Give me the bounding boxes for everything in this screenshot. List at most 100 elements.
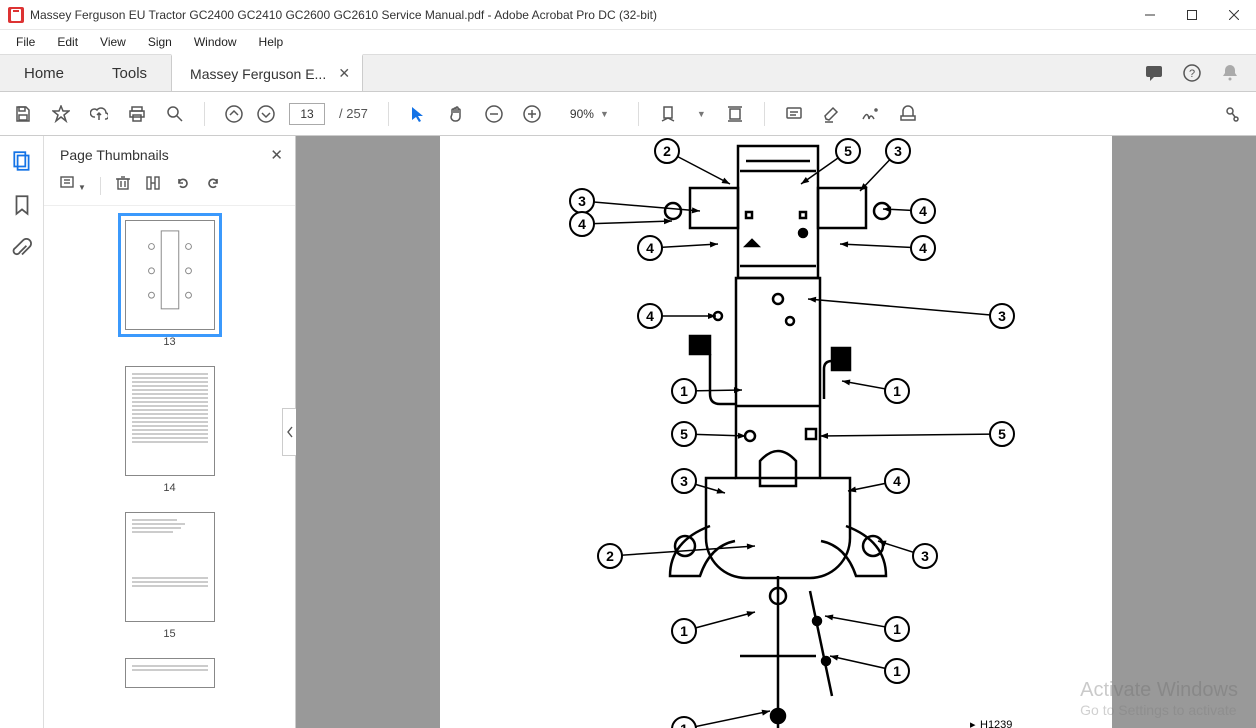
separator (764, 102, 765, 126)
zoom-in-icon[interactable] (523, 105, 541, 123)
zoom-select[interactable]: 90% ▼ (561, 104, 618, 124)
menu-bar: File Edit View Sign Window Help (0, 30, 1256, 54)
document-tab-label: Massey Ferguson E... (190, 66, 326, 82)
zoom-value: 90% (570, 107, 594, 121)
bookmark-rail-icon[interactable] (11, 194, 33, 216)
thumbnails-title: Page Thumbnails (60, 147, 270, 163)
left-rail (0, 136, 44, 728)
svg-text:1: 1 (893, 383, 901, 399)
maximize-button[interactable] (1178, 4, 1206, 26)
diagram-ref-label: ▸ (970, 719, 976, 728)
svg-text:4: 4 (893, 473, 901, 489)
rotate-left-icon[interactable] (175, 175, 191, 196)
separator (388, 102, 389, 126)
svg-text:4: 4 (646, 240, 654, 256)
page-down-icon[interactable] (257, 105, 275, 123)
options-icon[interactable]: ▼ (60, 176, 86, 195)
close-tab-icon[interactable]: ✕ (336, 66, 352, 82)
close-thumbnails-icon[interactable]: ✕ (270, 146, 283, 164)
svg-text:3: 3 (680, 473, 688, 489)
thumbnails-panel: Page Thumbnails ✕ ▼ 13 (44, 136, 296, 728)
svg-text:2: 2 (663, 143, 671, 159)
menu-edit[interactable]: Edit (47, 33, 88, 51)
thumbnails-toolbar: ▼ (44, 166, 295, 206)
save-icon[interactable] (14, 105, 32, 123)
rotate-right-icon[interactable] (205, 175, 221, 196)
svg-text:1: 1 (680, 383, 688, 399)
nav-tools[interactable]: Tools (88, 55, 171, 91)
svg-text:4: 4 (919, 203, 927, 219)
separator (204, 102, 205, 126)
hand-icon[interactable] (447, 105, 465, 123)
thumbnail-item[interactable]: 13 (110, 220, 230, 348)
svg-text:1: 1 (893, 621, 901, 637)
thumbnail-item[interactable]: 15 (110, 512, 230, 640)
svg-text:5: 5 (844, 143, 852, 159)
menu-view[interactable]: View (90, 33, 136, 51)
thumbnails-rail-icon[interactable] (11, 150, 33, 172)
separator (638, 102, 639, 126)
caret-down-icon[interactable]: ▼ (697, 109, 706, 119)
svg-text:?: ? (1189, 68, 1195, 80)
star-icon[interactable] (52, 105, 70, 123)
svg-text:5: 5 (680, 426, 688, 442)
page-number-input[interactable] (289, 103, 325, 125)
menu-sign[interactable]: Sign (138, 33, 182, 51)
thumbnail-page[interactable] (125, 512, 215, 622)
svg-text:4: 4 (919, 240, 927, 256)
window-titlebar: Massey Ferguson EU Tractor GC2400 GC2410… (0, 0, 1256, 30)
pdf-page: ▸ H1239 2533444443115534231111 (440, 136, 1112, 728)
thumbnail-page[interactable] (125, 658, 215, 688)
expand-panel-icon[interactable] (1224, 105, 1242, 123)
stamp-icon[interactable] (899, 105, 917, 123)
menu-help[interactable]: Help (249, 33, 294, 51)
main-area: Page Thumbnails ✕ ▼ 13 (0, 136, 1256, 728)
page-total-label: / 257 (339, 106, 368, 121)
bell-icon[interactable] (1220, 63, 1240, 83)
page-up-icon[interactable] (225, 105, 243, 123)
svg-text:4: 4 (646, 308, 654, 324)
menu-file[interactable]: File (6, 33, 45, 51)
fit-width-icon[interactable] (659, 105, 677, 123)
window-title: Massey Ferguson EU Tractor GC2400 GC2410… (30, 8, 1136, 22)
document-view[interactable]: ▸ H1239 2533444443115534231111 (296, 136, 1256, 728)
svg-text:3: 3 (998, 308, 1006, 324)
thumbnail-label: 13 (110, 336, 230, 348)
nav-bar: Home Tools Massey Ferguson E... ✕ ? (0, 54, 1256, 92)
thumbnail-item[interactable] (110, 658, 230, 688)
technical-diagram: ▸ H1239 2533444443115534231111 (440, 136, 1112, 728)
close-button[interactable] (1220, 4, 1248, 26)
print-icon[interactable] (128, 105, 146, 123)
thumbnails-scroll[interactable]: 13 14 15 (44, 206, 295, 728)
nav-home[interactable]: Home (0, 55, 88, 91)
svg-text:1: 1 (680, 623, 688, 639)
highlight-icon[interactable] (823, 105, 841, 123)
thumbnail-item[interactable]: 14 (110, 366, 230, 494)
thumbnail-page[interactable] (125, 366, 215, 476)
svg-text:1: 1 (680, 721, 688, 728)
scroll-mode-icon[interactable] (726, 105, 744, 123)
sign-icon[interactable] (861, 105, 879, 123)
thumbnail-label: 14 (110, 482, 230, 494)
note-icon[interactable] (785, 105, 803, 123)
svg-text:2: 2 (606, 548, 614, 564)
trash-icon[interactable] (115, 175, 131, 196)
collapse-panel-button[interactable] (282, 408, 296, 456)
svg-text:3: 3 (921, 548, 929, 564)
menu-window[interactable]: Window (184, 33, 247, 51)
thumbnail-label: 15 (110, 628, 230, 640)
organize-icon[interactable] (145, 175, 161, 196)
search-icon[interactable] (166, 105, 184, 123)
pointer-icon[interactable] (409, 105, 427, 123)
document-tab[interactable]: Massey Ferguson E... ✕ (171, 54, 363, 91)
svg-text:1: 1 (893, 663, 901, 679)
help-icon[interactable]: ? (1182, 63, 1202, 83)
thumbnail-page[interactable] (125, 220, 215, 330)
diagram-ref-value: H1239 (980, 719, 1012, 728)
zoom-out-icon[interactable] (485, 105, 503, 123)
minimize-button[interactable] (1136, 4, 1164, 26)
comment-icon[interactable] (1144, 63, 1164, 83)
caret-down-icon: ▼ (600, 109, 609, 119)
cloud-upload-icon[interactable] (90, 105, 108, 123)
attachment-rail-icon[interactable] (11, 238, 33, 260)
